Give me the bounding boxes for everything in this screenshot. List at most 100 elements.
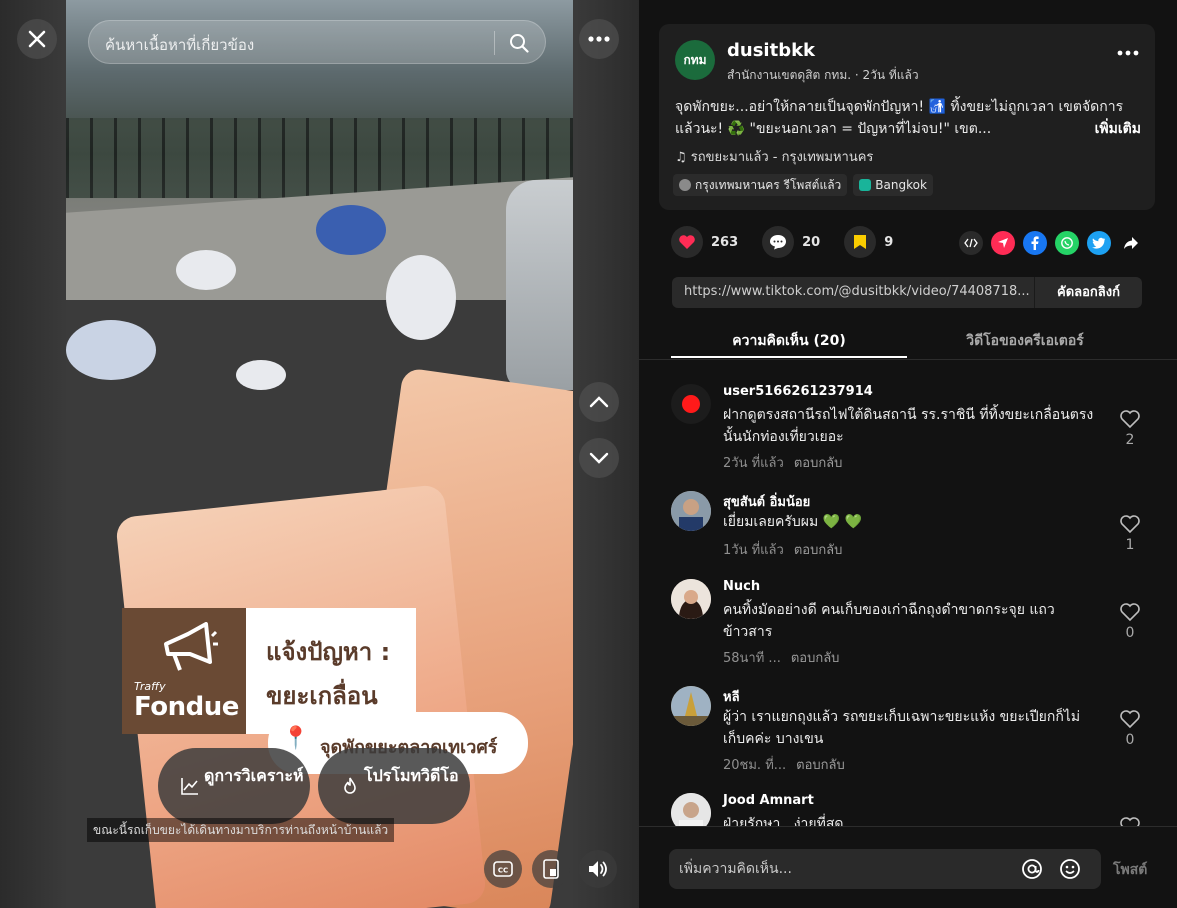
send-icon[interactable] xyxy=(991,231,1015,255)
location-tag-label: Bangkok xyxy=(875,178,927,192)
chevron-up-icon xyxy=(589,396,609,408)
video-link-box: https://www.tiktok.com/@dusitbkk/video/7… xyxy=(672,277,1142,308)
volume-button[interactable] xyxy=(579,850,617,888)
comment-input-box[interactable] xyxy=(669,849,1101,889)
avatar[interactable] xyxy=(671,579,711,619)
analytics-icon xyxy=(181,778,198,795)
post-description-text: จุดพักขยะ...อย่าให้กลายเป็นจุดพักปัญหา! … xyxy=(675,99,1124,137)
promote-video-button[interactable]: โปรโมทวิดีโอ xyxy=(318,748,470,824)
captions-button[interactable]: CC xyxy=(484,850,522,888)
video-scene-car xyxy=(506,180,573,390)
previous-video-button[interactable] xyxy=(579,382,619,422)
next-video-button[interactable] xyxy=(579,438,619,478)
reply-button[interactable]: ตอบกลับ xyxy=(794,456,843,471)
comment-like-count: 2 xyxy=(1125,432,1135,448)
comment-username[interactable]: Jood Amnart xyxy=(723,793,814,808)
music-link[interactable]: ♫ รถขยะมาแล้ว - กรุงเทพมหานคร xyxy=(675,146,873,167)
close-button[interactable] xyxy=(17,19,57,59)
repost-tag[interactable]: กรุงเทพมหานคร รีโพสต์แล้ว xyxy=(673,174,848,196)
engagement-row: 263 20 9 xyxy=(671,226,917,258)
search-placeholder: ค้นหาเนื้อหาที่เกี่ยวข้อง xyxy=(105,36,255,54)
emoji-icon[interactable] xyxy=(1059,858,1081,880)
tag-row: กรุงเทพมหานคร รีโพสต์แล้ว Bangkok xyxy=(673,174,933,196)
reply-button[interactable]: ตอบกลับ xyxy=(791,651,840,666)
avatar[interactable] xyxy=(671,686,711,726)
post-description: จุดพักขยะ...อย่าให้กลายเป็นจุดพักปัญหา! … xyxy=(675,96,1145,140)
post-comment-button[interactable]: โพสต์ xyxy=(1113,859,1147,881)
comment-username[interactable]: user5166261237914 xyxy=(723,384,873,399)
closed-captions-icon: CC xyxy=(493,861,513,877)
comment-meta: 20ชม. ที่... ตอบกลับ xyxy=(723,754,845,775)
more-horizontal-icon xyxy=(588,36,610,42)
location-tag[interactable]: Bangkok xyxy=(853,174,933,196)
copy-link-button[interactable]: คัดลอกลิงก์ xyxy=(1034,277,1142,308)
comment-username[interactable]: Nuch xyxy=(723,579,760,594)
like-button[interactable]: 263 xyxy=(671,226,738,258)
comment-time: 1วัน ที่แล้ว xyxy=(723,543,784,558)
avatar[interactable] xyxy=(671,491,711,531)
promote-video-label: โปรโมทวิดีโอ xyxy=(364,766,459,785)
comment-username[interactable]: หลี xyxy=(723,686,740,707)
comment-icon xyxy=(762,226,795,258)
author-avatar[interactable]: กทม xyxy=(675,40,715,80)
like-count: 263 xyxy=(711,234,739,250)
reply-button[interactable]: ตอบกลับ xyxy=(794,543,843,558)
video-more-button[interactable] xyxy=(579,19,619,59)
comment-heart-icon[interactable] xyxy=(1119,815,1141,826)
video-link-url[interactable]: https://www.tiktok.com/@dusitbkk/video/7… xyxy=(684,284,1034,299)
facebook-icon[interactable] xyxy=(1023,231,1047,255)
heart-icon xyxy=(671,226,703,258)
comment-heart-icon[interactable] xyxy=(1119,513,1141,535)
comment-meta: 1วัน ที่แล้ว ตอบกลับ xyxy=(723,539,842,560)
repost-tag-label: กรุงเทพมหานคร รีโพสต์แล้ว xyxy=(695,178,842,192)
overlay-title-line1: แจ้งปัญหา : xyxy=(266,638,391,666)
post-more-icon[interactable] xyxy=(1117,50,1139,56)
post-info-card: กทม dusitbkk สำนักงานเขตดุสิต กทม. · 2วั… xyxy=(659,24,1155,210)
mini-player-button[interactable] xyxy=(532,850,570,888)
video-scene-trash xyxy=(386,255,456,340)
avatar[interactable] xyxy=(671,793,711,826)
comment-time: 20ชม. ที่... xyxy=(723,758,787,773)
comment-input[interactable] xyxy=(679,849,1009,889)
comment-button[interactable]: 20 xyxy=(762,226,820,258)
megaphone-icon xyxy=(164,622,218,671)
video-area: Traffy Fondue แจ้งปัญหา : ขยะเกลื่อน 📍 จ… xyxy=(0,0,639,908)
comment-like-count: 1 xyxy=(1125,537,1135,553)
tab-creator-videos[interactable]: วิดีโอของครีเอเตอร์ xyxy=(907,330,1143,352)
tab-comments[interactable]: ความคิดเห็น (20) xyxy=(671,330,907,352)
whatsapp-icon[interactable] xyxy=(1055,231,1079,255)
comment-item: Nuch คนทิ้งมัดอย่างดี คนเก็บของเก่าฉีกถุ… xyxy=(671,579,1151,669)
save-button[interactable]: 9 xyxy=(844,226,893,258)
comments-list[interactable]: user5166261237914 ฝากดูตรงสถานีรถไฟใต้ดิ… xyxy=(639,360,1177,826)
comment-heart-icon[interactable] xyxy=(1119,601,1141,623)
author-name[interactable]: dusitbkk xyxy=(727,40,815,61)
comment-username[interactable]: สุขสันต์ อิ่มน้อย xyxy=(723,491,810,512)
reply-button[interactable]: ตอบกลับ xyxy=(796,758,845,773)
comment-heart-icon[interactable] xyxy=(1119,408,1141,430)
tiktok-video-page: Traffy Fondue แจ้งปัญหา : ขยะเกลื่อน 📍 จ… xyxy=(0,0,1177,908)
comment-composer: โพสต์ xyxy=(639,826,1177,908)
video-caption: ขณะนี้รถเก็บขยะได้เดินทางมาบริการท่านถึง… xyxy=(87,818,395,842)
logo-fondue-text: Fondue xyxy=(134,692,239,722)
chevron-down-icon xyxy=(589,452,609,464)
comment-text: ฝากดูตรงสถานีรถไฟใต้ดินสถานี รร.ราชินี ท… xyxy=(723,407,1094,445)
twitter-icon[interactable] xyxy=(1087,231,1111,255)
share-arrow-icon[interactable] xyxy=(1119,231,1143,255)
comment-text: คนทิ้งมัดอย่างดี คนเก็บของเก่าฉีกถุงดำขา… xyxy=(723,602,1055,640)
comment-heart-icon[interactable] xyxy=(1119,708,1141,730)
overlay-title-line2: ขยะเกลื่อน xyxy=(266,682,378,710)
comment-item: สุขสันต์ อิ่มน้อย เยี่ยมเลยครับผม 💚 💚 1ว… xyxy=(671,491,1151,571)
comment-text: ฝ่ายรักษา...ง่ายที่สุด xyxy=(723,816,844,826)
embed-icon[interactable] xyxy=(959,231,983,255)
related-search-bar[interactable]: ค้นหาเนื้อหาที่เกี่ยวข้อง xyxy=(88,20,546,64)
view-analytics-button[interactable]: ดูการวิเคราะห์ xyxy=(158,748,310,824)
see-more-link[interactable]: เพิ่มเติม xyxy=(1095,118,1141,140)
comment-item: Jood Amnart ฝ่ายรักษา...ง่ายที่สุด xyxy=(671,793,1151,826)
comment-like-count: 0 xyxy=(1125,625,1135,641)
comment-time: 2วัน ที่แล้ว xyxy=(723,456,784,471)
repost-icon xyxy=(679,179,691,191)
search-icon[interactable] xyxy=(509,33,529,53)
mention-icon[interactable] xyxy=(1021,858,1043,880)
avatar[interactable] xyxy=(671,384,711,424)
save-count: 9 xyxy=(884,234,894,250)
